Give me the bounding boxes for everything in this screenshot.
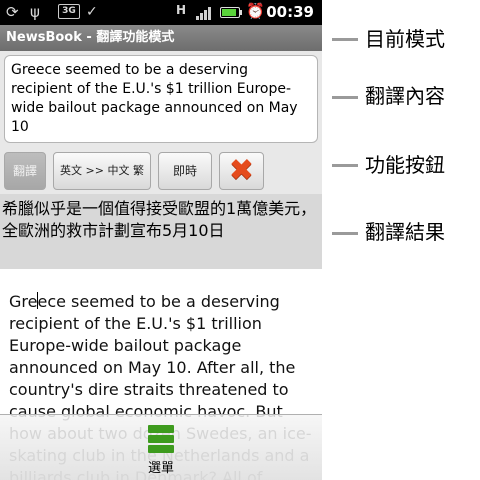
alarm-icon: ⏰ (246, 2, 265, 20)
menu-grid-icon[interactable] (148, 425, 174, 453)
legend-function-buttons: 功能按鈕 (365, 153, 445, 177)
article-text-start: Gre (9, 292, 38, 311)
menu-bar[interactable]: 選單 (0, 414, 322, 480)
realtime-button[interactable]: 即時 (158, 152, 212, 190)
signal-bar (204, 10, 207, 20)
status-bar: ⟳ ψ 3G ✓ H ⏰ 00:39 (0, 0, 322, 25)
title-bar: NewsBook - 翻譯功能模式 (0, 25, 322, 51)
input-panel: Greece seemed to be a deserving recipien… (0, 51, 322, 148)
3g-icon: 3G (58, 4, 80, 19)
signal-bar (200, 13, 203, 20)
menu-label[interactable]: 選單 (0, 461, 322, 477)
legend-translate-result: 翻譯結果 (365, 220, 445, 244)
usb-icon: ψ (30, 3, 40, 21)
legend-current-mode: 目前模式 (365, 27, 445, 51)
legend-line-function-buttons (332, 164, 358, 167)
battery-tip (240, 10, 242, 15)
signal-icon (196, 6, 212, 20)
legend-line-translate-result (332, 232, 358, 235)
language-pair-button[interactable]: 英文 >> 中文 繁 (53, 152, 151, 190)
battery-icon (220, 7, 240, 18)
translate-button[interactable]: 翻譯 (4, 152, 46, 190)
clear-x-icon: ✖ (228, 153, 255, 188)
phone-screen: ⟳ ψ 3G ✓ H ⏰ 00:39 NewsBook - 翻譯功能模式 Gre… (0, 0, 322, 480)
legend-line-translate-content (332, 96, 358, 99)
current-mode-title: 翻譯功能模式 (96, 30, 175, 45)
clear-button[interactable]: ✖ (219, 152, 264, 190)
signal-bar (196, 16, 199, 20)
app-name: NewsBook (6, 30, 82, 45)
legend-translate-content: 翻譯內容 (365, 84, 445, 108)
status-time: 00:39 (266, 3, 314, 21)
title-separator: - (81, 30, 97, 45)
translation-result: 希臘似乎是一個值得接受歐盟的1萬億美元，全歐洲的救市計劃宣布5月10日 (0, 194, 322, 269)
check-icon: ✓ (86, 4, 98, 20)
h-data-icon: H (176, 3, 187, 17)
function-button-row: 翻譯 英文 >> 中文 繁 即時 ✖ (0, 148, 322, 194)
sync-icon: ⟳ (6, 3, 19, 21)
signal-bar (208, 7, 211, 20)
source-text-input[interactable]: Greece seemed to be a deserving recipien… (4, 55, 318, 143)
legend-line-current-mode (332, 38, 358, 41)
